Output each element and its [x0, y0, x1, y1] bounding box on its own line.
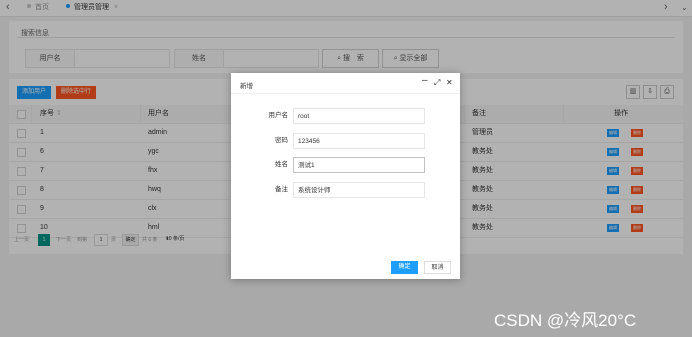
maximize-icon[interactable]: ⤢: [434, 79, 440, 87]
confirm-button[interactable]: 确定: [391, 261, 418, 274]
username-field[interactable]: root: [293, 108, 425, 124]
minimize-icon[interactable]: –: [422, 76, 428, 86]
field-label-username: 用户名: [268, 112, 289, 119]
field-label-name: 姓名: [275, 161, 288, 168]
add-dialog: 新增 – ⤢ ✕ 用户名 root 密码 123456 姓名 测试1 备注 系统…: [231, 73, 460, 279]
field-label-note: 备注: [275, 186, 288, 193]
password-field[interactable]: 123456: [293, 133, 425, 149]
cancel-button[interactable]: 取消: [424, 261, 451, 274]
close-icon[interactable]: ✕: [446, 79, 453, 87]
divider: [231, 93, 460, 94]
name-field[interactable]: 测试1: [293, 157, 425, 173]
dialog-title: 新增: [240, 83, 253, 90]
watermark: CSDN @冷风20°C: [494, 311, 637, 330]
field-label-password: 密码: [275, 137, 288, 144]
note-field[interactable]: 系统设计师: [293, 182, 425, 198]
